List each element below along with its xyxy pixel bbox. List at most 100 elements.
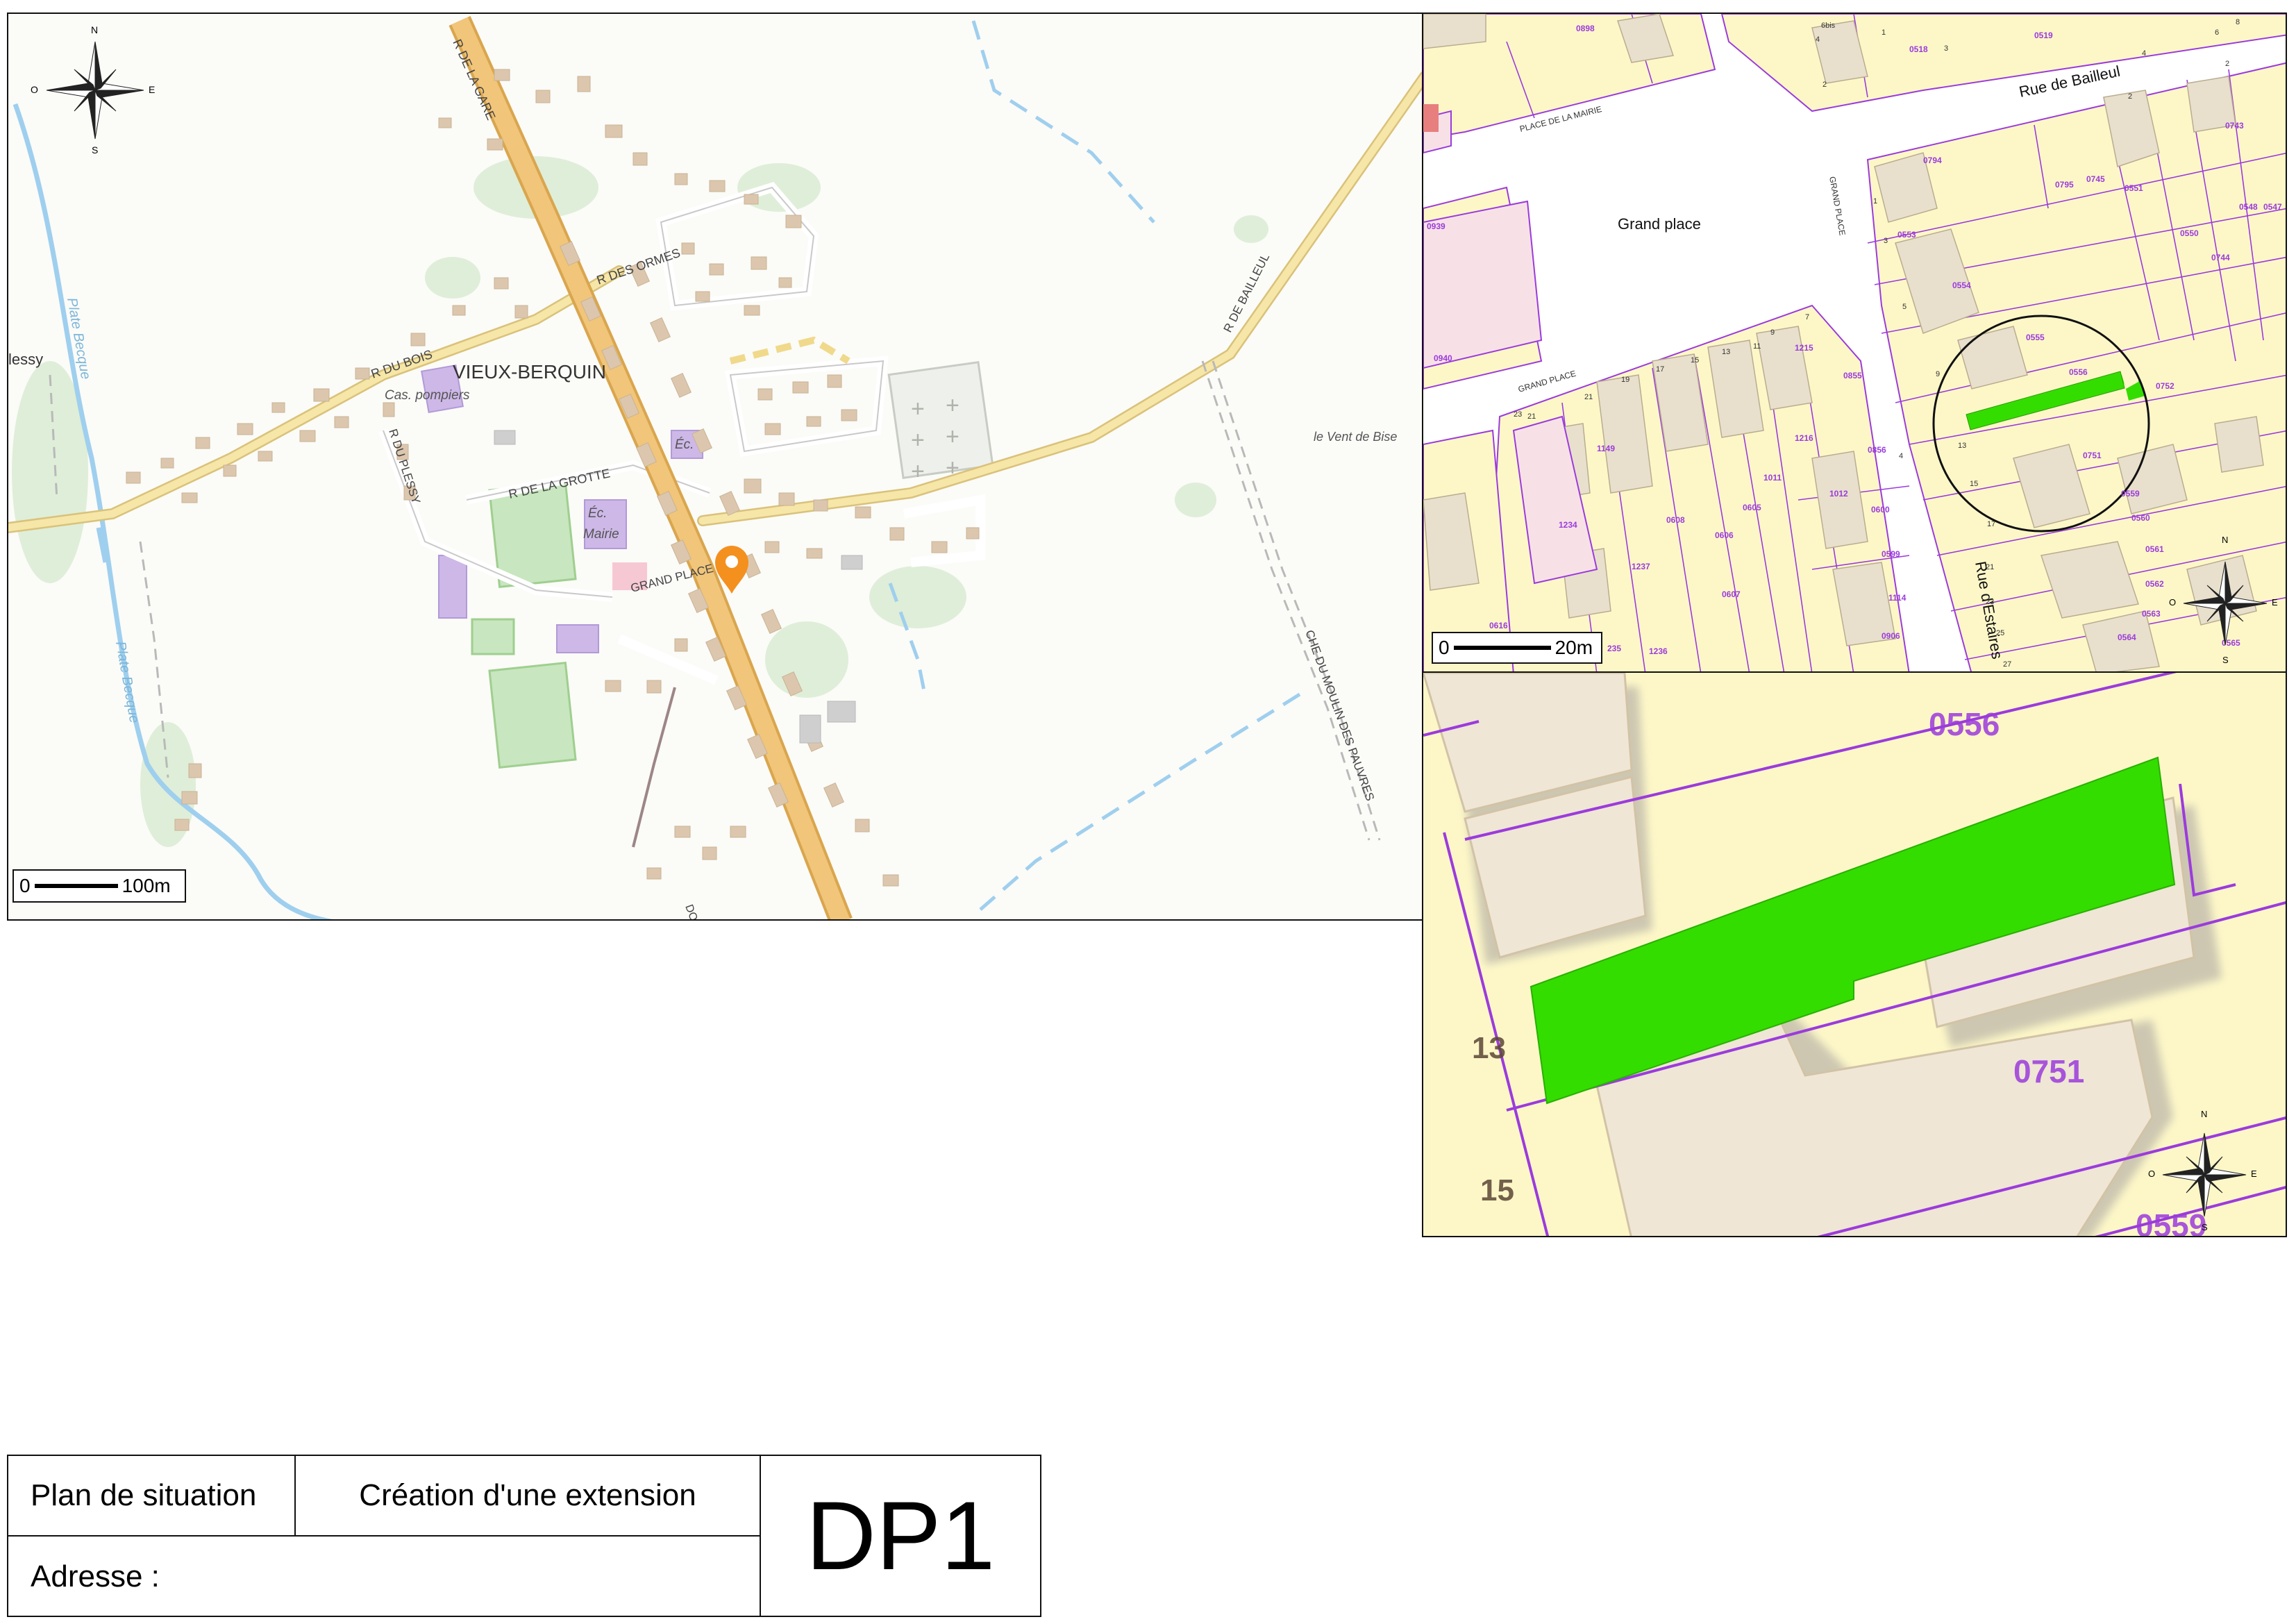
svg-text:0751: 0751: [2083, 451, 2102, 460]
scale-line: [1453, 646, 1551, 650]
red-building: [1423, 104, 1439, 132]
title-block: Plan de situation Création d'une extensi…: [7, 1455, 1041, 1617]
svg-text:0743: 0743: [2225, 121, 2244, 131]
label-plate-becque-2: Plate Becque: [112, 640, 142, 724]
svg-text:0560: 0560: [2131, 513, 2150, 523]
label-grand-place-diag: GRAND PLACE: [1517, 369, 1577, 394]
scale-line: [34, 884, 118, 888]
svg-text:6bis: 6bis: [1821, 22, 1836, 30]
label-cas-pompiers: Cas. pompiers: [385, 388, 470, 403]
label-mairie: Mairie: [583, 527, 619, 542]
svg-text:8: 8: [2236, 18, 2240, 26]
svg-text:9: 9: [1770, 328, 1775, 337]
svg-text:1237: 1237: [1632, 562, 1650, 571]
svg-text:0939: 0939: [1427, 221, 1446, 231]
svg-text:0518: 0518: [1909, 44, 1928, 54]
compass-rose-icon: N S E O: [29, 24, 161, 156]
scale-label: 20m: [1555, 637, 1593, 658]
compass-n: N: [2201, 1109, 2208, 1119]
compass-rose-icon: N S E O: [2145, 1109, 2263, 1234]
compass-n: N: [2222, 535, 2229, 545]
compass-w: O: [31, 84, 38, 95]
svg-text:17: 17: [1656, 365, 1664, 374]
track-yellow: [729, 336, 850, 365]
svg-text:13: 13: [1958, 442, 1966, 450]
cemetery: + + + + + +: [887, 360, 994, 485]
parcel-0556-label: 0556: [1929, 706, 2000, 742]
plan-label: Plan de situation: [31, 1478, 257, 1512]
label-ecole-2: Éc.: [588, 506, 607, 521]
svg-text:4: 4: [2142, 49, 2146, 58]
svg-text:1216: 1216: [1795, 433, 1813, 443]
svg-text:0795: 0795: [2055, 180, 2074, 190]
scale-zero: 0: [19, 875, 31, 896]
svg-text:7: 7: [1805, 313, 1809, 321]
svg-text:0745: 0745: [2086, 174, 2105, 184]
main-road: [451, 17, 850, 919]
svg-text:235: 235: [1607, 644, 1621, 653]
svg-text:19: 19: [1621, 376, 1629, 384]
label-ecole-1: Éc.: [675, 437, 694, 452]
svg-text:2: 2: [2128, 92, 2132, 101]
svg-text:0616: 0616: [1489, 621, 1508, 630]
scale-bar: 0 100m: [12, 869, 186, 903]
svg-text:+: +: [911, 458, 925, 485]
svg-text:0605: 0605: [1743, 503, 1761, 512]
label-grand-place-title: Grand place: [1618, 215, 1701, 233]
svg-text:0554: 0554: [1952, 281, 1971, 290]
svg-text:21: 21: [1986, 563, 1994, 571]
compass-e: E: [2272, 597, 2278, 608]
project-label: Création d'une extension: [359, 1478, 696, 1512]
svg-text:27: 27: [2003, 660, 2011, 669]
svg-text:5: 5: [1902, 303, 1907, 311]
address-label: Adresse :: [31, 1559, 160, 1593]
svg-text:21: 21: [1584, 393, 1593, 401]
svg-text:+: +: [911, 396, 925, 422]
cadastre-map[interactable]: Rue de Bailleul Grand place PLACE DE LA …: [1422, 12, 2287, 673]
label-grand-place-vertical: GRAND PLACE: [1827, 176, 1847, 236]
svg-text:3: 3: [1944, 44, 1948, 53]
svg-text:0898: 0898: [1576, 24, 1595, 33]
svg-text:0555: 0555: [2026, 333, 2045, 342]
village-name: VIEUX-BERQUIN: [453, 361, 606, 383]
svg-text:0548: 0548: [2239, 202, 2258, 212]
svg-text:23: 23: [1986, 598, 1994, 606]
svg-text:2: 2: [1822, 81, 1827, 89]
svg-text:15: 15: [1970, 480, 1978, 488]
svg-text:17: 17: [1987, 520, 1995, 528]
svg-text:9: 9: [1936, 370, 1940, 378]
svg-text:+: +: [946, 424, 960, 450]
compass-e: E: [2251, 1169, 2257, 1179]
svg-text:0564: 0564: [2118, 633, 2136, 642]
svg-text:25: 25: [1996, 629, 2004, 637]
svg-text:0553: 0553: [1897, 230, 1916, 240]
svg-text:0559: 0559: [2121, 489, 2140, 499]
svg-text:0547: 0547: [2263, 202, 2282, 212]
svg-text:0794: 0794: [1923, 156, 1942, 165]
number-13-label: 13: [1472, 1031, 1506, 1065]
svg-text:1012: 1012: [1829, 489, 1848, 499]
compass-e: E: [149, 84, 156, 95]
svg-text:0599: 0599: [1882, 549, 1900, 559]
address-cell: Adresse :: [8, 1537, 761, 1617]
svg-text:0906: 0906: [1882, 631, 1900, 641]
svg-text:0550: 0550: [2180, 228, 2199, 238]
label-do: DO: [682, 903, 699, 921]
detail-map[interactable]: 0556 0751 0559 13 15 N S E O: [1422, 671, 2287, 1237]
compass-s: S: [92, 144, 99, 156]
doc-code: DP1: [805, 1481, 996, 1590]
rail: [632, 687, 676, 848]
scale-bar: 0 20m: [1432, 632, 1602, 664]
cadastre-canvas: Rue de Bailleul Grand place PLACE DE LA …: [1423, 14, 2286, 671]
svg-text:1114: 1114: [1888, 593, 1907, 603]
situation-map[interactable]: + + + + + + R DE LA GARE R DES ORMES R D…: [7, 12, 1423, 921]
plan-label-cell: Plan de situation: [8, 1456, 296, 1537]
scale-label: 100m: [121, 875, 171, 896]
compass-rose-icon: N S E O: [2166, 535, 2284, 667]
svg-text:15: 15: [1691, 356, 1699, 365]
svg-text:1: 1: [1873, 197, 1877, 206]
svg-text:0856: 0856: [1868, 445, 1886, 455]
svg-text:0744: 0744: [2211, 253, 2230, 262]
svg-text:1236: 1236: [1649, 646, 1668, 656]
compass-w: O: [2169, 597, 2177, 608]
